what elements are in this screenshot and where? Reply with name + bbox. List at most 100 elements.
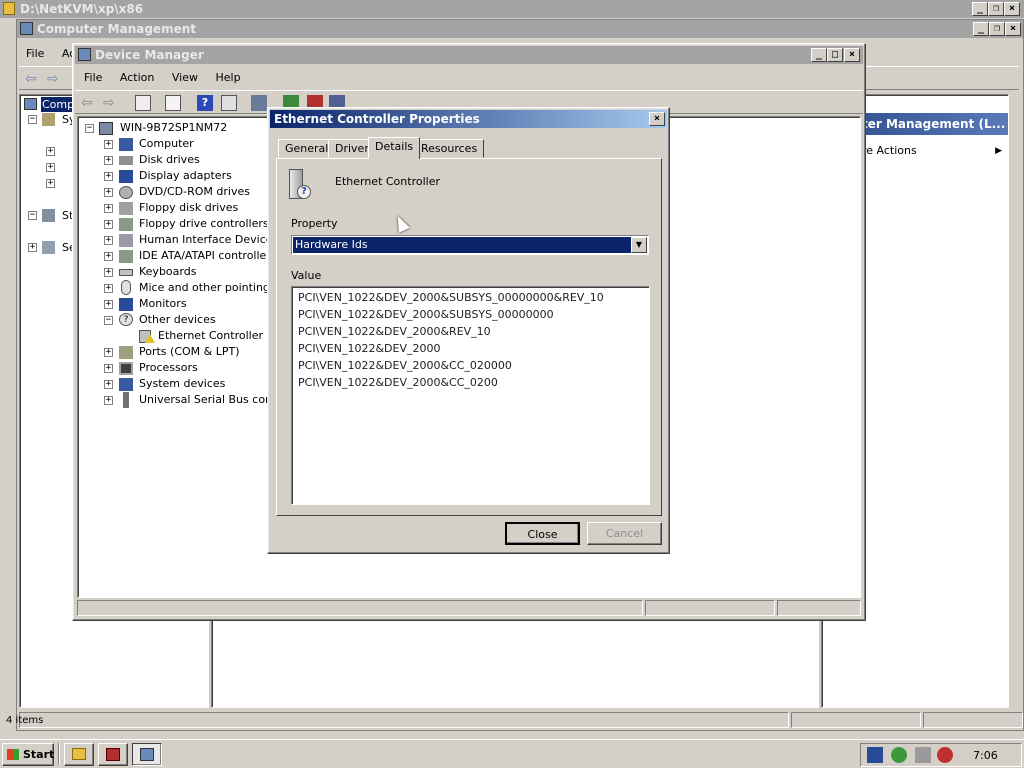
cm-restore-button[interactable]: ❐: [989, 22, 1005, 36]
cm-close-button[interactable]: ×: [1005, 22, 1021, 36]
category-mice[interactable]: Mice and other pointing de: [139, 280, 287, 296]
cm-minimize-button[interactable]: _: [973, 22, 989, 36]
scan-hardware-icon[interactable]: [251, 95, 267, 111]
value-item[interactable]: PCI\VEN_1022&DEV_2000&SUBSYS_00000000&RE…: [292, 289, 649, 306]
expander-disk-drives[interactable]: +: [104, 156, 113, 165]
cm-expander-1[interactable]: +: [46, 147, 55, 156]
expander-hid[interactable]: +: [104, 236, 113, 245]
expander-computer[interactable]: +: [104, 140, 113, 149]
mouse-icon: [121, 280, 131, 295]
category-keyboards[interactable]: Keyboards: [139, 264, 196, 280]
cm-status-right: [923, 712, 1023, 728]
expander-monitors[interactable]: +: [104, 300, 113, 309]
forward-arrow-icon[interactable]: ⇨: [103, 95, 119, 111]
dm-status-right: [777, 600, 861, 616]
expander-floppy-controllers[interactable]: +: [104, 220, 113, 229]
cm-expander-services[interactable]: +: [28, 243, 37, 252]
processor-icon: [119, 362, 133, 375]
category-disk-drives[interactable]: Disk drives: [139, 152, 200, 168]
property-select[interactable]: Hardware Ids ▼: [291, 235, 649, 255]
expander-dvd-drives[interactable]: +: [104, 188, 113, 197]
device-manager-titlebar[interactable]: Device Manager: [75, 46, 863, 64]
dm-maximize-button[interactable]: □: [827, 48, 843, 62]
cm-expander-2[interactable]: +: [46, 163, 55, 172]
help-icon[interactable]: ?: [197, 95, 213, 111]
dm-menu-help[interactable]: Help: [208, 68, 247, 88]
computer-management-icon: [24, 98, 37, 110]
value-item[interactable]: PCI\VEN_1022&DEV_2000&SUBSYS_00000000: [292, 306, 649, 323]
clock[interactable]: 7:06: [973, 748, 998, 764]
category-system-devices[interactable]: System devices: [139, 376, 225, 392]
minimize-button[interactable]: _: [972, 2, 988, 16]
back-arrow-icon[interactable]: ⇦: [81, 95, 97, 111]
category-monitors[interactable]: Monitors: [139, 296, 187, 312]
forward-arrow-icon[interactable]: ⇨: [47, 71, 63, 87]
network-status-icon[interactable]: [891, 747, 907, 763]
category-other-devices[interactable]: Other devices: [139, 312, 216, 328]
category-display-adapters[interactable]: Display adapters: [139, 168, 232, 184]
expander-usb[interactable]: +: [104, 396, 113, 405]
dm-root-expander[interactable]: −: [85, 124, 94, 133]
more-actions-item[interactable]: re Actions ▶: [862, 143, 1002, 159]
back-arrow-icon[interactable]: ⇦: [25, 71, 41, 87]
value-item[interactable]: PCI\VEN_1022&DEV_2000: [292, 340, 649, 357]
category-ide-controllers[interactable]: IDE ATA/ATAPI controllers: [139, 248, 277, 264]
taskbar-explorer-button[interactable]: [64, 743, 94, 766]
expander-ports[interactable]: +: [104, 348, 113, 357]
expander-floppy-disk-drives[interactable]: +: [104, 204, 113, 213]
expander-display-adapters[interactable]: +: [104, 172, 113, 181]
category-hid[interactable]: Human Interface Devices: [139, 232, 278, 248]
category-floppy-controllers[interactable]: Floppy drive controllers: [139, 216, 269, 232]
taskbar-computer-management-button[interactable]: [132, 743, 162, 766]
value-item[interactable]: PCI\VEN_1022&DEV_2000&CC_0200: [292, 374, 649, 391]
dialog-titlebar[interactable]: Ethernet Controller Properties: [270, 110, 667, 128]
tab-details[interactable]: Details: [368, 137, 421, 159]
category-dvd-drives[interactable]: DVD/CD-ROM drives: [139, 184, 250, 200]
expander-keyboards[interactable]: +: [104, 268, 113, 277]
folder-icon: [72, 748, 86, 760]
tab-resources[interactable]: Resources: [414, 139, 485, 158]
category-floppy-disk-drives[interactable]: Floppy disk drives: [139, 200, 238, 216]
dm-root-label[interactable]: WIN-9B72SP1NM72: [120, 120, 227, 136]
expander-system-devices[interactable]: +: [104, 380, 113, 389]
show-hide-tree-icon[interactable]: [135, 95, 151, 111]
dm-menu-view[interactable]: View: [165, 68, 205, 88]
controller-icon: [119, 218, 133, 231]
expander-processors[interactable]: +: [104, 364, 113, 373]
explorer-titlebar[interactable]: D:\NetKVM\xp\x86: [0, 0, 1024, 18]
restore-button[interactable]: ❐: [988, 2, 1004, 16]
category-usb[interactable]: Universal Serial Bus contro: [139, 392, 287, 408]
device-ethernet-controller[interactable]: Ethernet Controller: [158, 328, 263, 344]
category-processors[interactable]: Processors: [139, 360, 198, 376]
category-computer[interactable]: Computer: [139, 136, 194, 152]
expander-mice[interactable]: +: [104, 284, 113, 293]
cm-expander-3[interactable]: +: [46, 179, 55, 188]
dm-minimize-button[interactable]: _: [811, 48, 827, 62]
volume-muted-icon[interactable]: [937, 747, 953, 763]
view-icon[interactable]: [221, 95, 237, 111]
dm-menu-file[interactable]: File: [77, 68, 109, 88]
computer-management-titlebar[interactable]: Computer Management: [17, 20, 1023, 38]
cm-menu-file[interactable]: File: [19, 44, 51, 64]
properties-icon[interactable]: [165, 95, 181, 111]
network-icon[interactable]: [915, 747, 931, 763]
expander-ide-controllers[interactable]: +: [104, 252, 113, 261]
notebook-icon[interactable]: [867, 747, 883, 763]
tab-general[interactable]: General: [278, 139, 336, 158]
expander-other-devices[interactable]: −: [104, 316, 113, 325]
close-button[interactable]: Close: [505, 522, 580, 545]
cm-expander-storage[interactable]: −: [28, 211, 37, 220]
start-button[interactable]: Start: [2, 743, 54, 766]
chevron-down-icon[interactable]: ▼: [631, 237, 647, 253]
close-button[interactable]: ×: [1004, 2, 1020, 16]
category-ports[interactable]: Ports (COM & LPT): [139, 344, 240, 360]
value-item[interactable]: PCI\VEN_1022&DEV_2000&CC_020000: [292, 357, 649, 374]
dialog-close-button[interactable]: ×: [649, 112, 665, 126]
cancel-button[interactable]: Cancel: [587, 522, 662, 545]
dm-close-button[interactable]: ×: [844, 48, 860, 62]
value-list[interactable]: PCI\VEN_1022&DEV_2000&SUBSYS_00000000&RE…: [291, 286, 650, 505]
value-item[interactable]: PCI\VEN_1022&DEV_2000&REV_10: [292, 323, 649, 340]
taskbar-server-manager-button[interactable]: [98, 743, 128, 766]
dm-menu-action[interactable]: Action: [113, 68, 161, 88]
cm-expander-system[interactable]: −: [28, 115, 37, 124]
